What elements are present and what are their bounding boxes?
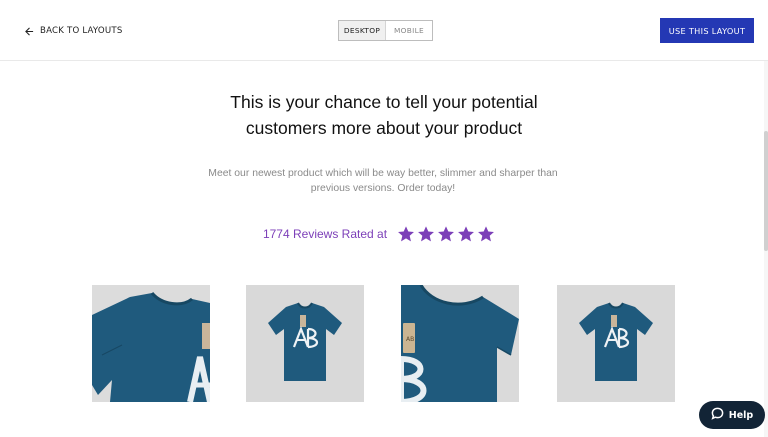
tshirt-front-logo-icon bbox=[557, 285, 675, 402]
star-rating bbox=[397, 225, 495, 243]
reviews-text: 1774 Reviews Rated at bbox=[262, 227, 388, 241]
back-link-label: BACK TO LAYOUTS bbox=[40, 26, 123, 36]
tshirt-closeup-tag-icon: AB bbox=[401, 285, 519, 402]
desktop-view-tab[interactable]: DESKTOP bbox=[339, 21, 386, 40]
headline-line-1: This is your chance to tell your potenti… bbox=[230, 92, 538, 112]
product-image-2[interactable] bbox=[246, 285, 364, 402]
help-label: Help bbox=[728, 409, 754, 421]
subtext-line-1: Meet our newest product which will be wa… bbox=[208, 168, 558, 179]
view-toggle: DESKTOP MOBILE bbox=[338, 20, 433, 41]
back-to-layouts-link[interactable]: BACK TO LAYOUTS bbox=[25, 24, 122, 38]
star-icon bbox=[417, 225, 435, 243]
hero-headline: This is your chance to tell your potenti… bbox=[184, 89, 584, 141]
mobile-view-tab[interactable]: MOBILE bbox=[386, 21, 432, 40]
star-icon bbox=[457, 225, 475, 243]
use-this-layout-button[interactable]: USE THIS LAYOUT bbox=[660, 18, 754, 43]
help-button[interactable]: Help bbox=[699, 401, 765, 429]
product-image-3[interactable]: AB bbox=[401, 285, 519, 402]
headline-line-2: customers more about your product bbox=[245, 118, 523, 138]
chat-bubble-icon bbox=[711, 407, 724, 423]
star-icon bbox=[477, 225, 495, 243]
product-gallery: AB bbox=[0, 285, 768, 402]
arrow-left-icon bbox=[25, 27, 34, 36]
product-image-1[interactable] bbox=[92, 285, 210, 402]
subtext-line-2: previous versions. Order today! bbox=[310, 183, 456, 194]
reviews-rating: 1774 Reviews Rated at bbox=[0, 222, 768, 246]
svg-text:AB: AB bbox=[406, 336, 414, 343]
tshirt-closeup-left-icon bbox=[92, 285, 210, 402]
product-image-4[interactable] bbox=[557, 285, 675, 402]
star-icon bbox=[397, 225, 415, 243]
star-icon bbox=[437, 225, 455, 243]
hero-subtext: Meet our newest product which will be wa… bbox=[198, 166, 568, 196]
top-bar: BACK TO LAYOUTS DESKTOP MOBILE USE THIS … bbox=[0, 0, 768, 61]
tshirt-front-logo-icon bbox=[246, 285, 364, 402]
